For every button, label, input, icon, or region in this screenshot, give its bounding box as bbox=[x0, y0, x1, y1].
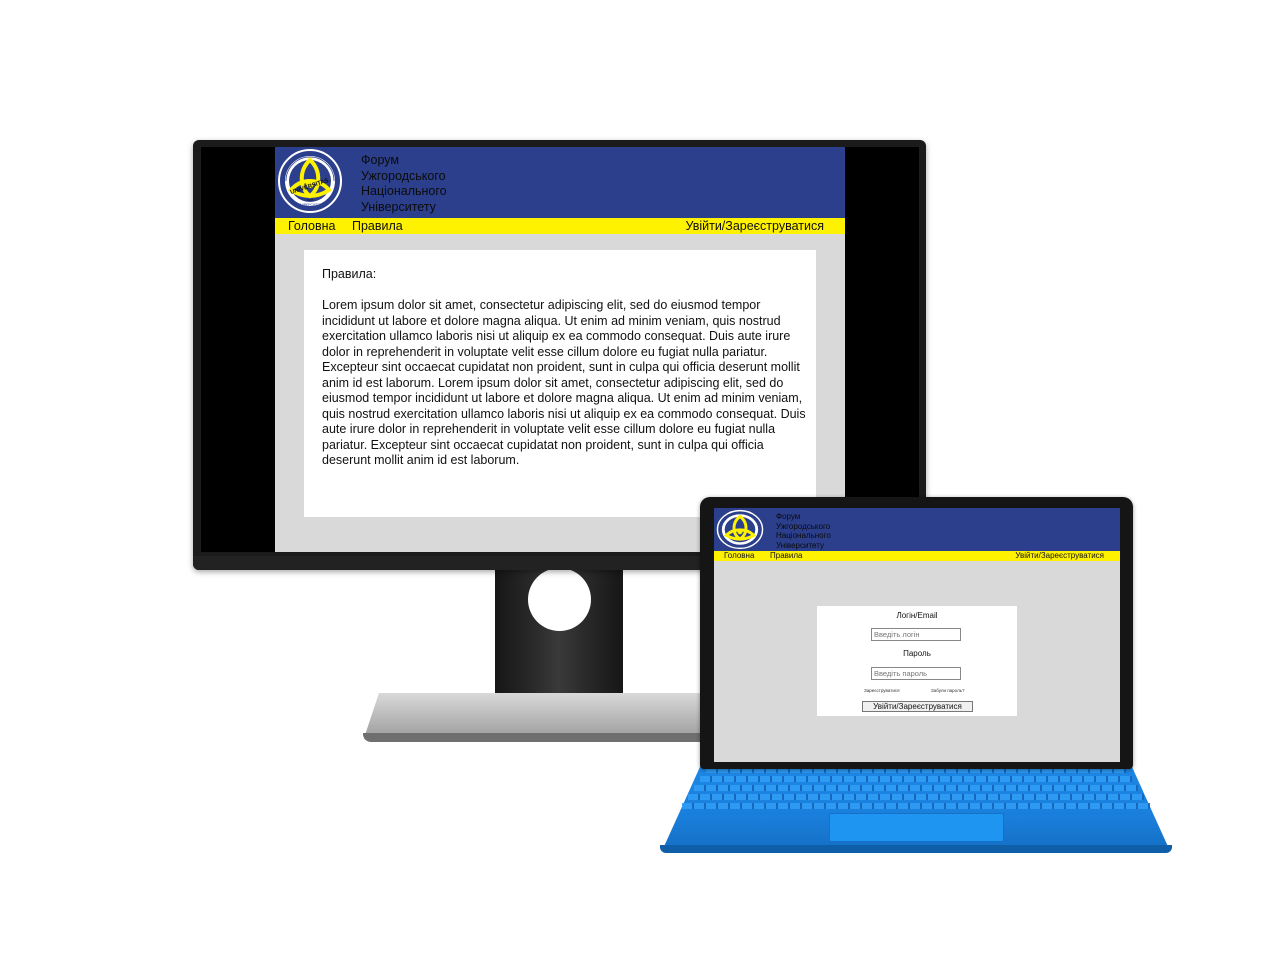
forum-title-line-2: Ужгородського bbox=[361, 168, 446, 183]
tablet-nav-home-link[interactable]: Головна bbox=[724, 551, 754, 561]
tablet-forum-title-line-3: Національного bbox=[776, 531, 831, 541]
keyboard-trackpad bbox=[829, 813, 1004, 842]
university-logo-icon[interactable]: UNIVERSITAS УНІВЕРСИТЕТ 1945 bbox=[277, 148, 343, 214]
register-link[interactable]: Зареєструватися bbox=[864, 688, 900, 693]
forum-title-line-3: Національного bbox=[361, 184, 447, 198]
tablet-login-page: Форум Ужгородського Національного Універ… bbox=[714, 508, 1120, 762]
tablet-nav-login-register-link[interactable]: Увійти/Зареєструватися bbox=[1015, 551, 1104, 561]
login-card: Логін/Email Пароль Зареєструватися Забул… bbox=[817, 606, 1017, 716]
forgot-password-link[interactable]: Забули пароль? bbox=[931, 688, 965, 693]
nav-rules-link[interactable]: Правила bbox=[352, 218, 403, 234]
tablet-nav-bar: Головна Правила Увійти/Зареєструватися bbox=[714, 551, 1120, 561]
keyboard-row-3 bbox=[694, 785, 1138, 791]
password-label: Пароль bbox=[903, 649, 931, 658]
forum-title-line-1: Форум bbox=[361, 153, 399, 167]
rules-body-text: Lorem ipsum dolor sit amet, consectetur … bbox=[322, 298, 806, 467]
login-submit-button[interactable]: Увійти/Зареєструватися bbox=[862, 701, 973, 712]
password-input[interactable] bbox=[871, 667, 961, 680]
tablet-forum-title-line-1: Форум bbox=[776, 512, 801, 521]
device-mockup-scene: UNIVERSITAS УНІВЕРСИТЕТ 1945 Форум Ужгор… bbox=[0, 0, 1280, 960]
tablet-forum-title: Форум Ужгородського Національного Універ… bbox=[776, 512, 896, 551]
tablet-site-header: Форум Ужгородського Національного Універ… bbox=[714, 508, 1120, 551]
monitor-stand-cable-hole bbox=[528, 568, 591, 631]
nav-bar: Головна Правила Увійти/Зареєструватися bbox=[275, 218, 845, 234]
login-label: Логін/Email bbox=[896, 611, 938, 620]
keyboard-row-4 bbox=[688, 794, 1144, 800]
nav-home-link[interactable]: Головна bbox=[288, 218, 336, 234]
tablet-forum-title-line-2: Ужгородського bbox=[776, 521, 831, 531]
desktop-rules-page: UNIVERSITAS УНІВЕРСИТЕТ 1945 Форум Ужгор… bbox=[275, 147, 845, 552]
forum-title-line-4: Університету bbox=[361, 199, 436, 214]
rules-heading: Правила: bbox=[322, 267, 377, 281]
keyboard-row-2 bbox=[700, 776, 1132, 782]
keyboard-edge bbox=[660, 845, 1172, 853]
tablet-forum-title-line-4: Університету bbox=[776, 541, 824, 551]
site-header: UNIVERSITAS УНІВЕРСИТЕТ 1945 Форум Ужгор… bbox=[275, 147, 845, 218]
rules-card: Правила: Lorem ipsum dolor sit amet, con… bbox=[304, 250, 816, 517]
logo-text-universytet: УНІВЕРСИТЕТ bbox=[298, 203, 322, 207]
forum-title: Форум Ужгородського Національного Універ… bbox=[361, 153, 561, 215]
keyboard-row-5 bbox=[682, 803, 1150, 809]
login-input[interactable] bbox=[871, 628, 961, 641]
tablet-university-logo-icon[interactable] bbox=[716, 509, 764, 550]
nav-login-register-link[interactable]: Увійти/Зареєструватися bbox=[685, 218, 824, 234]
tablet-nav-rules-link[interactable]: Правила bbox=[770, 551, 802, 561]
logo-year: 1945 bbox=[307, 198, 314, 202]
